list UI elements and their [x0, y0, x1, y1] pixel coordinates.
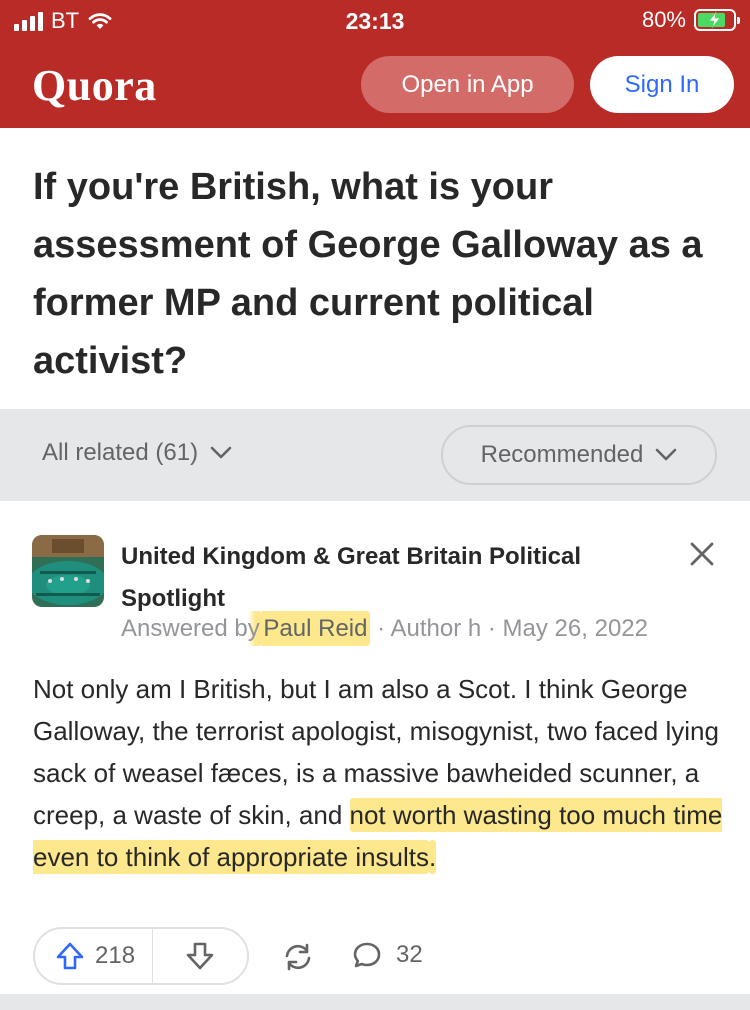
share-icon[interactable]	[281, 942, 315, 972]
all-related-label: All related (61)	[42, 439, 199, 466]
space-name[interactable]: United Kingdom & Great Britain Political…	[121, 536, 661, 620]
vote-control: 218	[33, 927, 249, 985]
answered-by-tail: y	[247, 611, 260, 646]
answer-text-end: .	[429, 840, 437, 874]
upvote-arrow-icon	[56, 942, 84, 970]
comment-icon	[353, 942, 381, 968]
author-role: · Author h	[377, 615, 482, 642]
comment-count: 32	[396, 941, 423, 968]
open-in-app-button[interactable]: Open in App	[361, 56, 574, 113]
upvote-button[interactable]: 218	[35, 929, 153, 983]
status-right: 80%	[641, 7, 740, 33]
battery-percent: 80%	[641, 7, 686, 32]
filter-bar: All related (61) Recommended	[0, 409, 750, 501]
app-header: BT 23:13 80% Quora Open in App Sign In	[0, 0, 750, 128]
answer-body[interactable]: Not only am I British, but I am also a S…	[33, 668, 723, 878]
upvote-count: 218	[95, 942, 136, 969]
author-link[interactable]: Paul Reid	[260, 611, 371, 646]
quora-logo[interactable]: Quora	[32, 60, 157, 111]
downvote-button[interactable]	[153, 929, 247, 983]
status-bar: BT 23:13 80%	[0, 0, 750, 40]
sort-dropdown[interactable]: Recommended	[441, 425, 717, 485]
chevron-down-icon	[210, 446, 232, 459]
answered-by-label: Answered b	[121, 615, 248, 642]
question-title[interactable]: If you're British, what is your assessme…	[33, 158, 723, 390]
comment-button[interactable]: 32	[352, 940, 423, 970]
status-time: 23:13	[345, 8, 405, 34]
section-divider	[0, 994, 750, 1010]
all-related-dropdown[interactable]: All related (61)	[42, 439, 232, 467]
space-avatar[interactable]	[32, 535, 104, 607]
sort-label: Recommended	[480, 441, 644, 468]
battery-charging-icon	[694, 9, 740, 31]
close-icon[interactable]	[688, 540, 716, 568]
answer-meta: Answered by Paul Reid · Author h · May 2…	[121, 611, 648, 646]
sign-in-button[interactable]: Sign In	[590, 56, 734, 113]
downvote-arrow-icon	[186, 942, 214, 970]
answer-date[interactable]: · May 26, 2022	[488, 615, 648, 642]
chevron-down-icon	[656, 448, 677, 461]
